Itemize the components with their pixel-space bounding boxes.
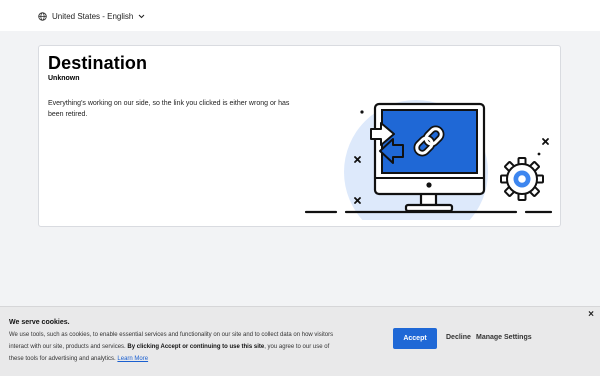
broken-link-monitor-illustration: [304, 100, 553, 220]
chevron-down-icon: [138, 14, 145, 19]
cookie-banner-title: We serve cookies.: [9, 319, 70, 326]
error-card: Destination Unknown Everything's working…: [38, 45, 561, 227]
globe-icon: [38, 11, 47, 21]
locale-selector[interactable]: United States - English: [38, 10, 145, 22]
gear-icon: [500, 157, 544, 201]
learn-more-link[interactable]: Learn More: [117, 356, 148, 362]
accept-button[interactable]: Accept: [393, 328, 437, 349]
cookie-banner-text: We use tools, such as cookies, to enable…: [9, 332, 334, 362]
error-message: Everything's working on our side, so the…: [48, 100, 290, 118]
locale-label: United States - English: [52, 11, 134, 21]
page-subtitle: Unknown: [48, 75, 80, 82]
top-bar: United States - English: [0, 0, 600, 31]
manage-settings-button[interactable]: Manage Settings: [476, 334, 532, 341]
cookie-consent-emphasis: By clicking Accept or continuing to use …: [127, 344, 265, 350]
decline-button[interactable]: Decline: [446, 334, 471, 341]
page-title: Destination: [48, 53, 148, 73]
cookie-banner: We serve cookies. We use tools, such as …: [0, 306, 600, 376]
close-icon[interactable]: ×: [588, 310, 594, 320]
